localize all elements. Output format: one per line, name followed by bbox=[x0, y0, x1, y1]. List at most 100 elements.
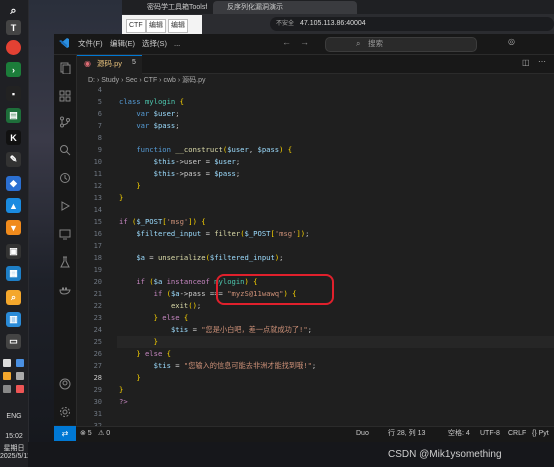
code-line[interactable]: $filtered_input = filter($_POST['msg']); bbox=[119, 228, 309, 240]
account-icon[interactable] bbox=[59, 378, 71, 390]
browser-tab-toolsfx[interactable]: 密码学工具箱Toolsfx bbox=[133, 1, 207, 14]
clock-time[interactable]: 15:02 bbox=[0, 433, 28, 440]
status-bar bbox=[54, 426, 554, 442]
app-icon-8[interactable]: ▣ bbox=[6, 244, 21, 259]
app-icon-6[interactable]: ▲ bbox=[6, 198, 21, 213]
status-duo[interactable]: Duo bbox=[356, 428, 369, 440]
search-icon[interactable]: ⌕ bbox=[6, 4, 21, 19]
app-icon-11[interactable]: ▭ bbox=[6, 334, 21, 349]
code-line[interactable]: if ($_POST['msg']) { bbox=[119, 216, 206, 228]
menu-more[interactable]: ... bbox=[174, 38, 180, 50]
more-actions-icon[interactable]: ⋯ bbox=[538, 57, 546, 66]
code-line[interactable]: var $user; bbox=[119, 108, 179, 120]
line-number: 29 bbox=[93, 386, 102, 394]
chrome-icon[interactable] bbox=[6, 40, 21, 55]
settings-gear-icon[interactable] bbox=[59, 406, 71, 418]
code-line[interactable]: } bbox=[119, 180, 140, 192]
app-icon-3[interactable]: K bbox=[6, 130, 21, 145]
line-number: 7 bbox=[97, 122, 102, 130]
app-icon-5[interactable]: ◆ bbox=[6, 176, 21, 191]
forward-arrow-icon[interactable]: → bbox=[300, 37, 309, 47]
code-line[interactable]: } bbox=[119, 384, 123, 396]
code-line[interactable]: } bbox=[119, 192, 123, 204]
search-sidebar-icon[interactable] bbox=[59, 144, 71, 156]
bookmark-ctf[interactable]: CTF bbox=[126, 19, 146, 33]
line-number: 24 bbox=[93, 326, 102, 334]
bookmark-edit-2[interactable]: 编辑 bbox=[168, 19, 188, 33]
code-line[interactable]: $this->pass = $pass; bbox=[119, 168, 241, 180]
app-icon-7[interactable]: ▼ bbox=[6, 220, 21, 235]
code-line[interactable]: } else { bbox=[119, 348, 171, 360]
code-line[interactable]: } bbox=[119, 336, 158, 348]
code-line[interactable]: exit(); bbox=[119, 300, 201, 312]
menu-edit[interactable]: 编辑(E) bbox=[110, 38, 135, 50]
bookmark-edit-1[interactable]: 编辑 bbox=[146, 19, 166, 33]
source-control-icon[interactable] bbox=[59, 116, 71, 128]
app-icon-4[interactable]: ✎ bbox=[6, 152, 21, 167]
line-number: 15 bbox=[93, 218, 102, 226]
language-indicator[interactable]: ENG bbox=[0, 413, 28, 420]
tray-alert-icon[interactable] bbox=[15, 385, 24, 393]
code-line[interactable]: } bbox=[119, 372, 140, 384]
status-errors[interactable]: ⊗ 5 bbox=[80, 428, 92, 440]
line-number: 11 bbox=[93, 170, 102, 178]
status-encoding[interactable]: UTF-8 bbox=[480, 428, 500, 440]
history-icon[interactable] bbox=[59, 172, 71, 184]
code-line[interactable]: function __construct($user, $pass) { bbox=[119, 144, 292, 156]
status-warnings[interactable]: ⚠ 0 bbox=[98, 428, 110, 440]
insecure-indicator[interactable]: 不安全 bbox=[276, 18, 294, 30]
tray-network-icon[interactable] bbox=[15, 372, 24, 380]
code-line[interactable]: $a = unserialize($filtered_input); bbox=[119, 252, 283, 264]
status-eol[interactable]: CRLF bbox=[508, 428, 526, 440]
line-number: 31 bbox=[93, 410, 102, 418]
clock-date[interactable]: 2025/5/11 bbox=[0, 453, 31, 460]
terminal-icon[interactable]: › bbox=[6, 62, 21, 77]
run-debug-icon[interactable] bbox=[59, 200, 71, 212]
line-number: 14 bbox=[93, 206, 102, 214]
line-number: 28 bbox=[93, 374, 102, 382]
url-text[interactable]: 47.105.113.86:40004 bbox=[300, 18, 366, 30]
app-icon-10[interactable]: ▥ bbox=[6, 312, 21, 327]
remote-indicator[interactable]: ⇄ bbox=[54, 426, 76, 441]
menu-selection[interactable]: 选择(S) bbox=[142, 38, 167, 50]
status-cursor-position[interactable]: 行 28, 列 13 bbox=[388, 428, 425, 440]
code-line[interactable]: var $pass; bbox=[119, 120, 179, 132]
chevron-up-icon[interactable] bbox=[3, 359, 11, 367]
line-number: 12 bbox=[93, 182, 102, 190]
split-editor-icon[interactable]: ◫ bbox=[522, 58, 530, 67]
status-language[interactable]: {} Pyt bbox=[532, 428, 549, 440]
menu-file[interactable]: 文件(F) bbox=[78, 38, 103, 50]
tray-search-icon[interactable] bbox=[3, 372, 11, 380]
back-arrow-icon[interactable]: ← bbox=[282, 37, 291, 47]
copilot-icon[interactable]: ◎ bbox=[508, 37, 515, 46]
search-placeholder: 搜索 bbox=[368, 39, 383, 48]
app-icon-9[interactable]: ▦ bbox=[6, 266, 21, 281]
code-line[interactable]: $tis = "您是小白吧，差一点就成功了!"; bbox=[119, 324, 312, 336]
breadcrumb[interactable]: D: › Study › Sec › CTF › cwb › 源码.py bbox=[88, 76, 205, 86]
status-indentation[interactable]: 空格: 4 bbox=[448, 428, 470, 440]
python-file-icon: ◉ bbox=[84, 59, 91, 68]
explorer-icon[interactable] bbox=[59, 62, 71, 74]
testing-flask-icon[interactable] bbox=[59, 256, 71, 268]
app-icon-1[interactable]: ▪ bbox=[6, 86, 21, 101]
code-line[interactable]: class mylogin { bbox=[119, 96, 184, 108]
line-number: 20 bbox=[93, 278, 102, 286]
docker-icon[interactable] bbox=[59, 284, 71, 296]
remote-explorer-icon[interactable] bbox=[59, 228, 71, 240]
extensions-grid-icon[interactable] bbox=[59, 90, 71, 102]
app-t-icon[interactable]: T bbox=[6, 20, 21, 35]
line-number: 30 bbox=[93, 398, 102, 406]
tray-volume-icon[interactable] bbox=[3, 385, 11, 393]
tray-app-icon[interactable] bbox=[15, 359, 24, 367]
code-line[interactable]: $this->user = $user; bbox=[119, 156, 241, 168]
line-number: 18 bbox=[93, 254, 102, 262]
clock-weekday[interactable]: 星期日 bbox=[0, 443, 28, 453]
search-app-icon[interactable]: ⌕ bbox=[6, 290, 21, 305]
browser-tab-deserialization[interactable]: 反序列化漏洞演示 bbox=[213, 1, 357, 14]
editor-tab-bar bbox=[77, 55, 554, 74]
code-line[interactable]: } else { bbox=[119, 312, 189, 324]
code-line[interactable]: $tis = "您输入的信息可能去非洲才能找到哦!"; bbox=[119, 360, 317, 372]
app-icon-2[interactable]: ▤ bbox=[6, 108, 21, 123]
command-search[interactable] bbox=[325, 37, 477, 52]
code-line[interactable]: ?> bbox=[119, 396, 128, 408]
